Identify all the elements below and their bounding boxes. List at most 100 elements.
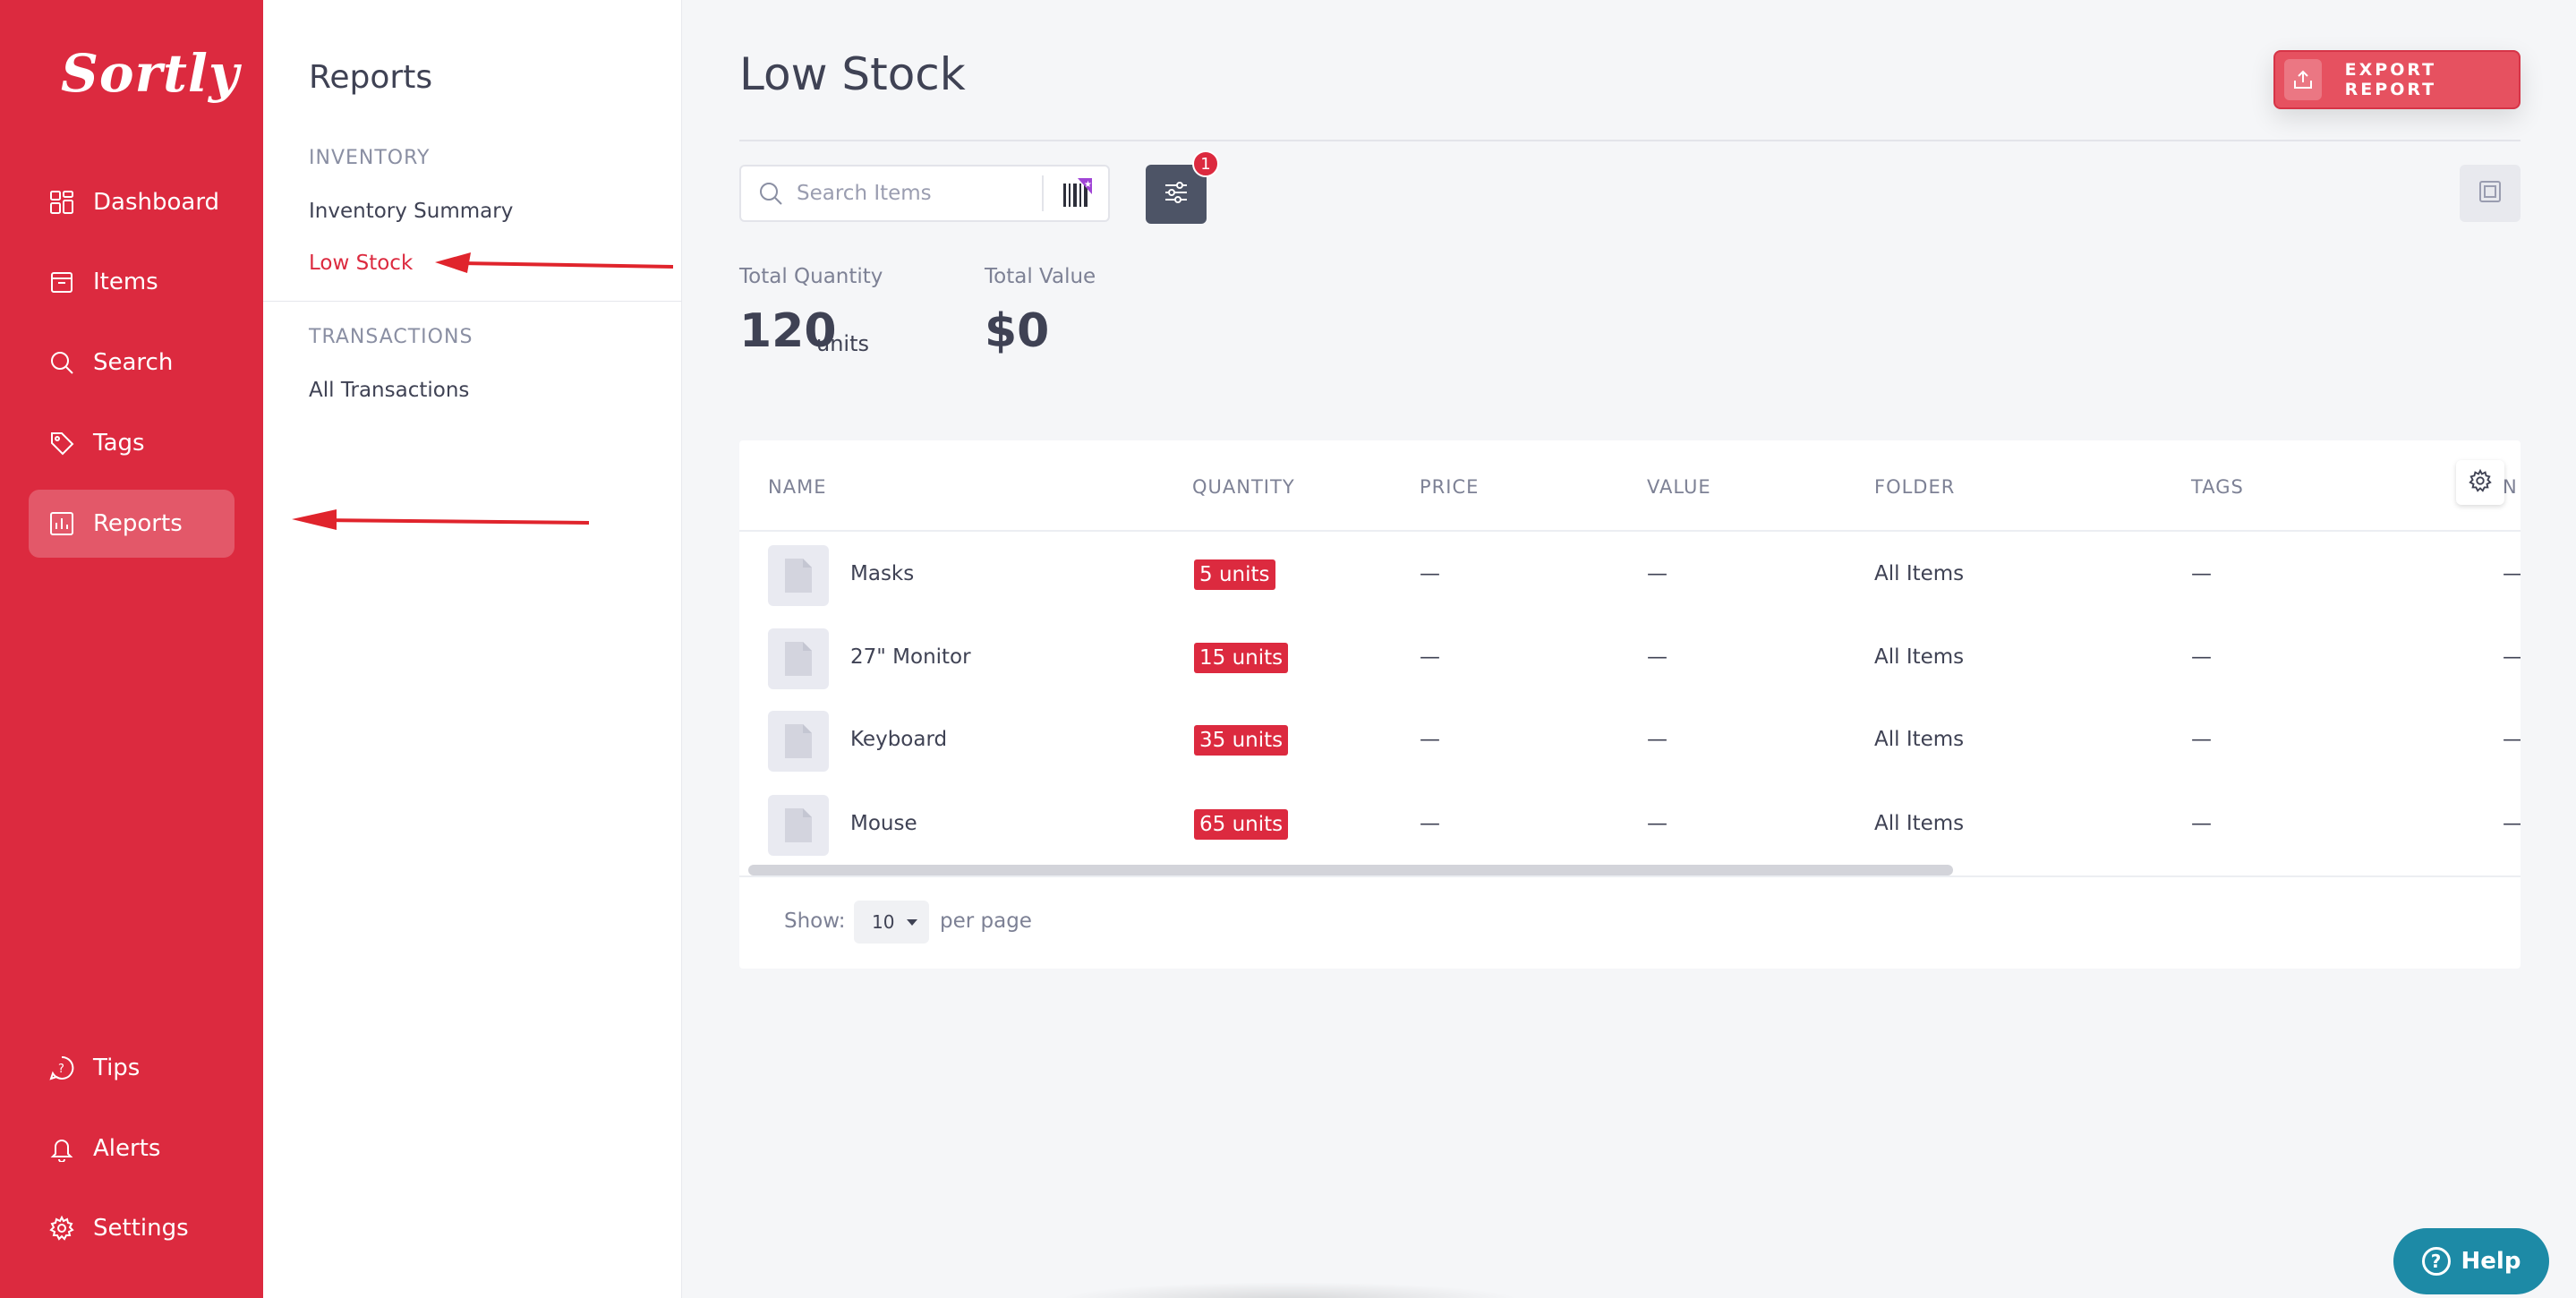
item-notes: —: [2503, 562, 2521, 585]
view-toggle-button[interactable]: [2460, 165, 2521, 222]
sidebar-item-items[interactable]: Items: [29, 248, 235, 316]
section-label-inventory: INVENTORY: [309, 147, 431, 169]
reports-panel: Reports INVENTORY Inventory Summary Low …: [263, 0, 682, 1298]
total-quantity-unit: units: [816, 331, 870, 356]
item-folder: All Items: [1874, 562, 1965, 585]
main-sidebar: Sortly Dashboard Items Search Tags Repor…: [0, 0, 263, 1298]
filter-sliders-icon: [1162, 178, 1190, 210]
column-header-price[interactable]: PRICE: [1420, 476, 1479, 498]
reports-panel-title: Reports: [309, 59, 433, 96]
layout-icon: [2477, 178, 2503, 209]
item-thumbnail: [768, 711, 829, 772]
sidebar-item-label: Items: [93, 269, 158, 295]
sidebar-item-label: Search: [93, 349, 174, 376]
help-button[interactable]: ? Help: [2393, 1228, 2549, 1294]
column-header-name[interactable]: NAME: [768, 476, 826, 498]
table-row[interactable]: Keyboard 35 units — — All Items — —: [739, 698, 2521, 781]
export-report-button[interactable]: EXPORT REPORT: [2273, 50, 2521, 109]
tag-icon: [48, 430, 75, 457]
show-label: Show:: [784, 909, 846, 933]
sidebar-item-label: Dashboard: [93, 189, 220, 216]
annotation-arrow-reports: [292, 509, 590, 530]
annotation-arrow-low-stock: [435, 252, 674, 273]
bottom-shadow: [1056, 1282, 1522, 1298]
sidebar-item-label: Alerts: [93, 1135, 161, 1162]
item-folder: All Items: [1874, 812, 1965, 835]
table-row[interactable]: Masks 5 units — — All Items — —: [739, 533, 2521, 616]
item-value: —: [1647, 562, 1668, 585]
column-header-folder[interactable]: FOLDER: [1874, 476, 1955, 498]
item-folder: All Items: [1874, 645, 1965, 669]
item-tags: —: [2191, 728, 2212, 751]
sidebar-item-dashboard[interactable]: Dashboard: [29, 168, 235, 236]
header-divider: [739, 140, 2521, 141]
gear-icon: [48, 1215, 75, 1242]
search-icon: [757, 180, 784, 207]
item-tags: —: [2191, 645, 2212, 669]
sortly-logo[interactable]: Sortly: [61, 43, 240, 104]
svg-text:★: ★: [1084, 180, 1092, 190]
search-icon: [48, 349, 75, 376]
chevron-down-icon: [907, 918, 918, 926]
quantity-badge: 15 units: [1194, 643, 1289, 673]
sidebar-item-label: Settings: [93, 1215, 189, 1242]
sidebar-item-label: Tags: [93, 430, 145, 457]
svg-text:?: ?: [58, 1063, 64, 1076]
item-name[interactable]: Mouse: [850, 812, 917, 835]
link-inventory-summary[interactable]: Inventory Summary: [309, 200, 513, 223]
search-input[interactable]: [797, 182, 1038, 205]
item-price: —: [1420, 562, 1440, 585]
item-name[interactable]: 27" Monitor: [850, 645, 971, 669]
item-thumbnail: [768, 545, 829, 606]
panel-divider: [263, 301, 682, 302]
search-field: ★: [739, 165, 1110, 222]
sidebar-item-search[interactable]: Search: [29, 329, 235, 397]
column-header-quantity[interactable]: QUANTITY: [1192, 476, 1295, 498]
per-page-label: per page: [940, 909, 1032, 933]
table-header-divider: [739, 530, 2521, 532]
column-settings-button[interactable]: [2456, 460, 2504, 505]
items-icon: [48, 269, 75, 295]
upload-icon: [2284, 59, 2322, 100]
item-value: —: [1647, 812, 1668, 835]
quantity-badge: 35 units: [1194, 725, 1289, 756]
column-header-value[interactable]: VALUE: [1647, 476, 1711, 498]
sidebar-item-label: Tips: [93, 1055, 141, 1081]
gear-icon: [2468, 468, 2493, 497]
item-folder: All Items: [1874, 728, 1965, 751]
item-price: —: [1420, 728, 1440, 751]
column-header-notes[interactable]: N: [2503, 476, 2518, 498]
quantity-badge: 5 units: [1194, 559, 1275, 590]
item-notes: —: [2503, 645, 2521, 669]
total-value-value: $0: [985, 304, 1050, 358]
link-low-stock[interactable]: Low Stock: [309, 252, 413, 275]
dashboard-icon: [48, 189, 75, 216]
link-all-transactions[interactable]: All Transactions: [309, 379, 469, 402]
help-label: Help: [2461, 1248, 2521, 1275]
column-header-tags[interactable]: TAGS: [2191, 476, 2244, 498]
sidebar-item-tips[interactable]: ? Tips: [29, 1034, 235, 1102]
bell-icon: [48, 1135, 75, 1162]
sidebar-item-settings[interactable]: Settings: [29, 1194, 235, 1262]
item-name[interactable]: Masks: [850, 562, 914, 585]
table-row[interactable]: 27" Monitor 15 units — — All Items — —: [739, 616, 2521, 699]
sidebar-item-reports[interactable]: Reports: [29, 490, 235, 558]
item-thumbnail: [768, 628, 829, 689]
barcode-scan-icon[interactable]: ★: [1062, 176, 1092, 210]
sidebar-item-alerts[interactable]: Alerts: [29, 1114, 235, 1183]
item-thumbnail: [768, 795, 829, 856]
total-value-label: Total Value: [985, 265, 1096, 288]
item-value: —: [1647, 645, 1668, 669]
export-report-label: EXPORT REPORT: [2344, 60, 2437, 99]
table-footer-divider: [739, 875, 2521, 877]
quantity-badge: 65 units: [1194, 809, 1289, 840]
horizontal-scrollbar[interactable]: [748, 865, 1953, 875]
table-row[interactable]: Mouse 65 units — — All Items — —: [739, 782, 2521, 866]
per-page-select[interactable]: 10: [854, 901, 929, 944]
low-stock-table: NAME QUANTITY PRICE VALUE FOLDER TAGS N …: [739, 440, 2521, 969]
item-notes: —: [2503, 728, 2521, 751]
item-tags: —: [2191, 812, 2212, 835]
sidebar-item-tags[interactable]: Tags: [29, 409, 235, 477]
item-price: —: [1420, 645, 1440, 669]
item-name[interactable]: Keyboard: [850, 728, 947, 751]
